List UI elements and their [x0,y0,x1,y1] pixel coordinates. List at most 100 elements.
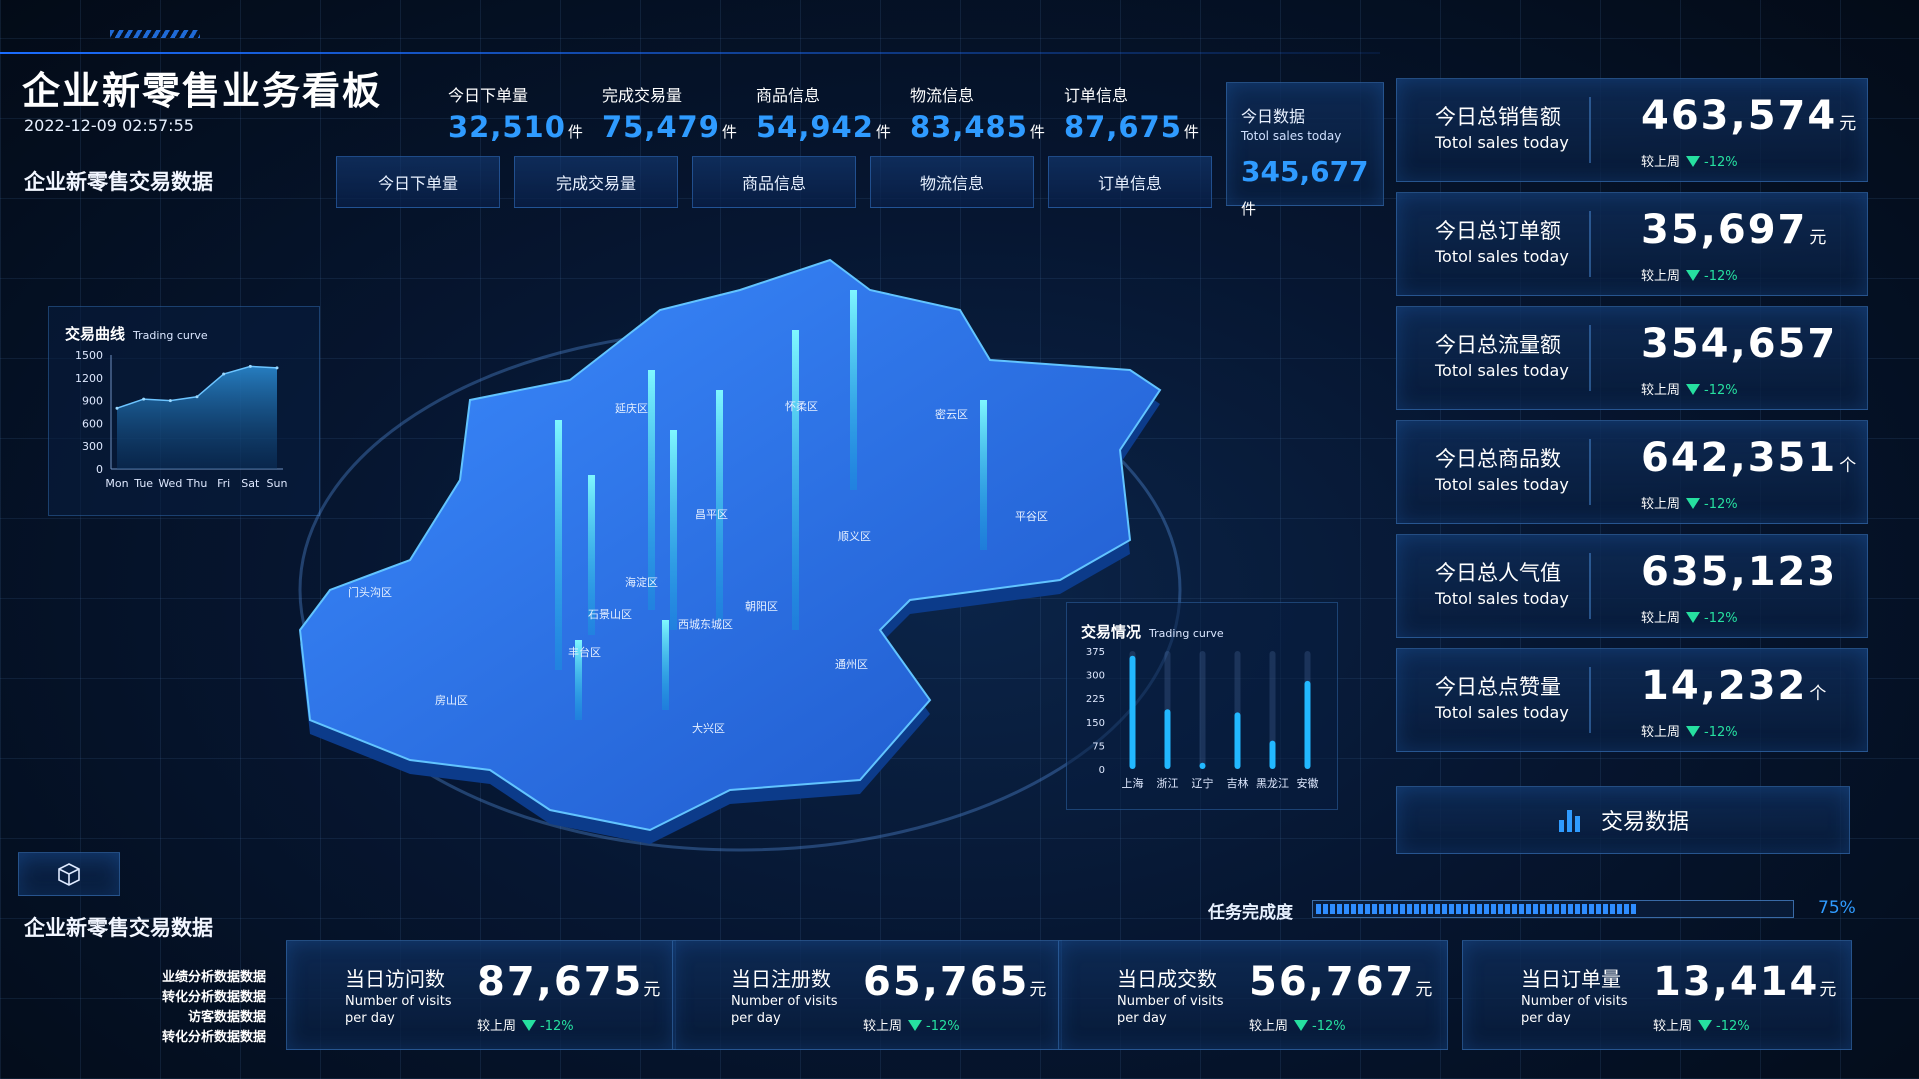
bottom-card-value: 87,675 [477,959,644,1005]
page-title: 企业新零售业务看板 [22,69,383,113]
kpi-card-traffic: 今日总流量额 Totol sales today 354,657 较上周 -12% [1396,306,1868,410]
district-label: 平谷区 [1015,510,1048,523]
cube-button[interactable] [18,852,120,896]
district-label: 门头沟区 [348,585,392,599]
x-tick-label: 浙江 [1157,777,1179,790]
chart-subtitle: Trading curve [1149,627,1224,640]
y-tick-label: 75 [1092,741,1105,752]
kpi-title: 今日总商品数 [1435,447,1561,471]
map-pillar [662,620,669,710]
down-arrow-icon [1686,726,1701,737]
bottom-card-subtitle: Number of visits per day [345,994,452,1026]
stat-logistics-info: 物流信息 83,485 件 [910,82,1046,144]
down-arrow-icon [1686,612,1701,623]
stat-unit: 件 [721,123,738,141]
stat-unit: 件 [1183,123,1200,141]
compare-label: 较上周 [477,1019,517,1034]
tab-completed-trades[interactable]: 完成交易量 [514,156,678,208]
tab-product-info[interactable]: 商品信息 [692,156,856,208]
compare-value: -12% [926,1019,960,1034]
district-label: 海淀区 [625,575,658,589]
bottom-card-unit: 元 [1029,980,1049,1000]
data-point [248,364,252,368]
bottom-card-title: 当日订单量 [1521,967,1621,991]
district-label: 昌平区 [695,508,728,521]
bottom-card-orders: 当日订单量 Number of visits per day 13,414元 较… [1462,940,1852,1050]
progress-label: 任务完成度 [1208,903,1293,923]
stat-label: 今日下单量 [448,86,529,105]
bottom-card-subtitle: Number of visits per day [1521,994,1628,1026]
bottom-card-unit: 元 [1415,980,1435,1000]
chart-title-text: 交易情况 [1081,623,1142,641]
x-tick-label: 辽宁 [1192,776,1214,790]
stat-value: 83,485 [910,110,1028,144]
data-point [168,399,172,403]
kpi-value: 35,697 [1641,207,1808,253]
trade-data-button[interactable]: 交易数据 [1396,786,1850,854]
district-label: 丰台区 [568,645,601,659]
kpi-title: 今日总人气值 [1435,561,1561,585]
district-label: 房山区 [435,694,468,707]
datetime: 2022-12-09 02:57:55 [24,116,194,135]
kpi-card-orders: 今日总订单额 Totol sales today 35,697 元 较上周 -12% [1396,192,1868,296]
x-tick-label: 上海 [1122,776,1144,790]
district-label: 通州区 [835,658,868,671]
stat-unit: 件 [1029,123,1046,141]
x-tick-label: 吉林 [1227,776,1249,790]
bar [1164,709,1171,769]
compare-value: -12% [1716,1019,1750,1034]
x-tick-label: 黑龙江 [1256,777,1289,790]
kpi-card-likes: 今日总点赞量 Totol sales today 14,232 个 较上周 -12% [1396,648,1868,752]
kpi-value: 354,657 [1641,321,1838,367]
bottom-card-deals: 当日成交数 Number of visits per day 56,767元 较… [1058,940,1448,1050]
kpi-divider [1589,439,1591,505]
trade-data-label: 交易数据 [1600,810,1689,835]
district-label: 大兴区 [692,721,725,735]
progress-value: 75% [1818,898,1856,918]
bottom-card-unit: 元 [1819,980,1839,1000]
kpi-title: 今日总流量额 [1435,333,1561,357]
kpi-subtitle: Totol sales today [1435,589,1569,608]
kpi-compare-value: -12% [1704,725,1738,740]
kpi-compare-label: 较上周 [1641,725,1681,740]
down-arrow-icon [908,1020,923,1031]
stat-label: 物流信息 [910,86,975,105]
down-arrow-icon [1294,1020,1309,1031]
district-label: 怀柔区 [785,400,818,413]
kpi-subtitle: Totol sales today [1435,361,1569,380]
kpi-title: 今日总销售额 [1435,105,1561,129]
bar-track [1199,651,1206,769]
kpi-subtitle: Totol sales today [1435,703,1569,722]
trading-situation-chart: 交易情况 Trading curve 0 75 150 225 300 375 上海 浙江 辽宁吉… [1066,602,1338,810]
down-arrow-icon [1698,1020,1713,1031]
map-pillar [716,390,723,620]
kpi-compare-label: 较上周 [1641,497,1681,512]
stat-label: 完成交易量 [602,86,683,105]
tab-logistics-info[interactable]: 物流信息 [870,156,1034,208]
bar-chart-svg: 0 75 150 225 300 375 上海 浙江 辽宁 吉林 黑龙江 安徽 [1086,647,1319,790]
tab-order-info[interactable]: 订单信息 [1048,156,1212,208]
tab-today-orders[interactable]: 今日下单量 [336,156,500,208]
y-tick-label: 900 [82,395,103,408]
kpi-compare-value: -12% [1704,611,1738,626]
district-label: 密云区 [935,407,968,421]
y-tick-label: 0 [96,463,103,476]
cube-icon [58,863,80,886]
data-point [195,395,199,399]
data-point [222,372,226,376]
progress-fill [1316,904,1636,914]
header-divider [0,52,1380,54]
kpi-subtitle: Totol sales today [1435,247,1569,266]
bottom-card-value: 13,414 [1653,959,1820,1005]
analysis-list: 业绩分析数据数据 转化分析数据数据 访客数据数据 转化分析数据数据 [100,968,266,1048]
kpi-subtitle: Totol sales today [1435,475,1569,494]
chart-subtitle: Trading curve [133,329,208,342]
chart-title: 交易曲线 Trading curve [65,323,208,344]
section-title-bottom: 企业新零售交易数据 [24,916,213,940]
stat-today-orders: 今日下单量 32,510 件 [448,82,584,144]
kpi-compare-label: 较上周 [1641,383,1681,398]
stat-unit: 件 [875,123,892,141]
compare-label: 较上周 [1653,1019,1693,1034]
y-tick-label: 300 [1086,671,1105,682]
kpi-subtitle: Totol sales today [1435,133,1569,152]
